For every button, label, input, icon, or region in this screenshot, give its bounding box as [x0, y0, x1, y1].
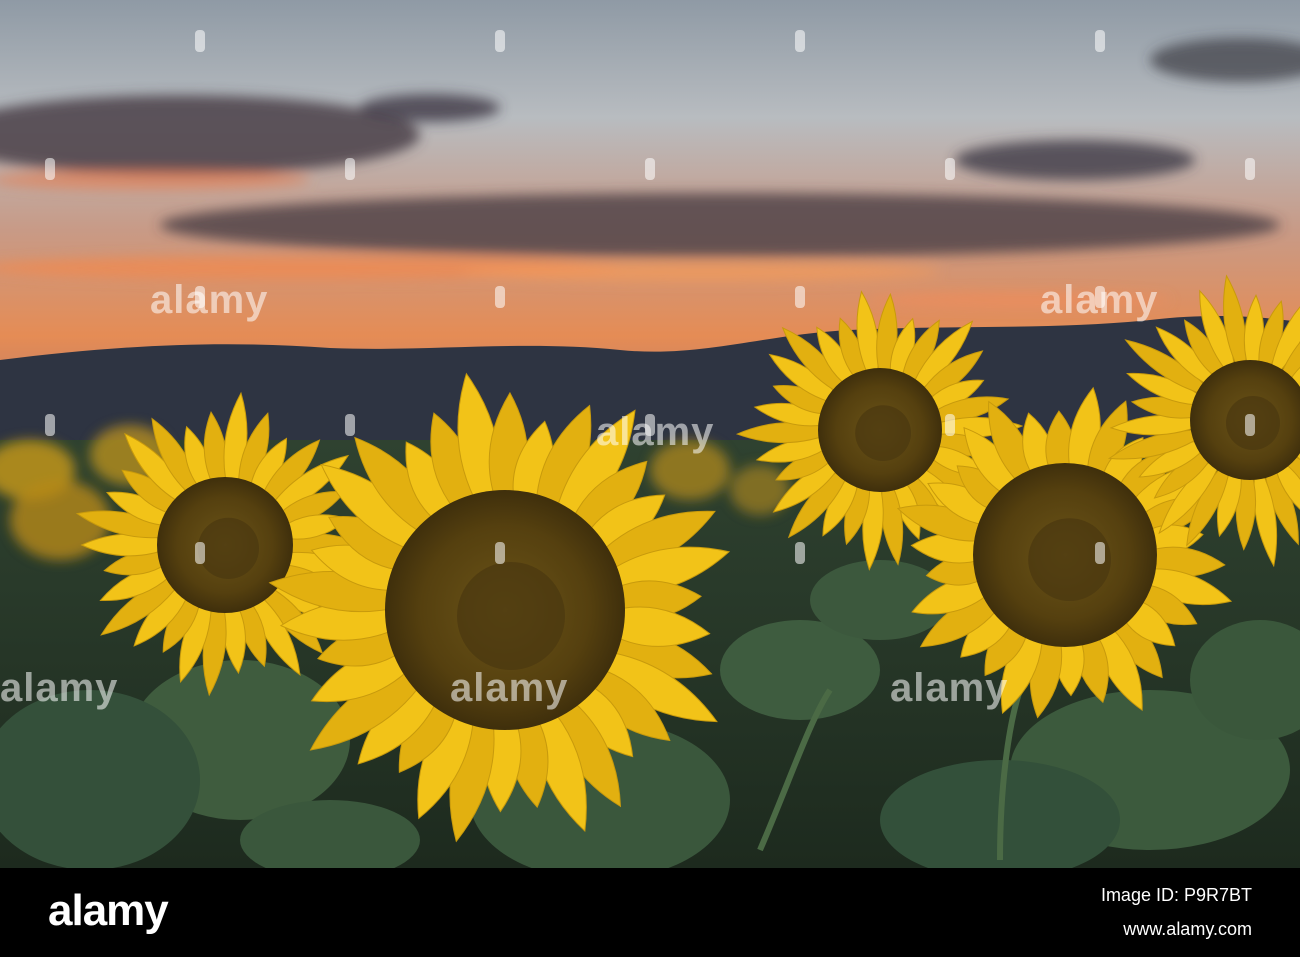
flower-center [1028, 518, 1111, 601]
image-frame: alamy alamy alamy alamy alamy alamy alam… [0, 0, 1300, 957]
site-url: www.alamy.com [1123, 919, 1252, 939]
flower-center [457, 562, 565, 670]
flower-center [1226, 396, 1280, 450]
footer-bar: alamy Image ID: P9R7BT www.alamy.com [0, 868, 1300, 957]
sunflower-photo: alamy alamy alamy alamy alamy alamy [0, 0, 1300, 868]
image-meta: Image ID: P9R7BT www.alamy.com [1101, 878, 1252, 946]
brand-logo: alamy [48, 886, 169, 935]
photo-illustration [0, 0, 1300, 868]
image-id: Image ID: P9R7BT [1100, 885, 1252, 905]
flower-center [855, 405, 911, 461]
flower-center [197, 517, 259, 580]
